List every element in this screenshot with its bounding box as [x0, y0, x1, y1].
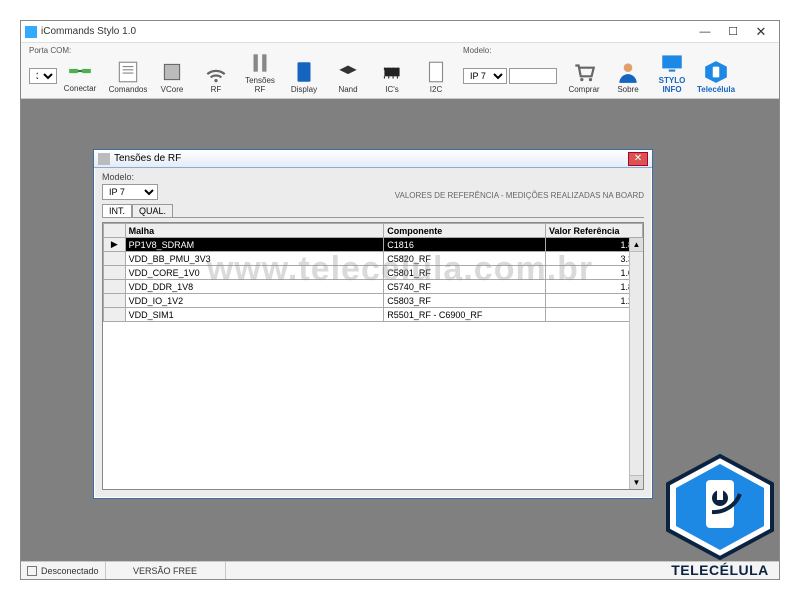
table-row[interactable]: ▶PP1V8_SDRAMC18161.8V — [104, 238, 643, 252]
child-icon — [98, 153, 110, 165]
row-pointer — [104, 308, 126, 322]
titlebar: iCommands Stylo 1.0 — ☐ ✕ — [21, 21, 779, 43]
maximize-button[interactable]: ☐ — [719, 21, 747, 42]
cell-componente: R5501_RF - C6900_RF — [384, 308, 546, 322]
table-row[interactable]: VDD_IO_1V2C5803_RF1.2V — [104, 294, 643, 308]
col-componente[interactable]: Componente — [384, 224, 546, 238]
child-titlebar: Tensões de RF ✕ — [94, 150, 652, 168]
monitor-icon — [659, 50, 685, 76]
status-connection: Desconectado — [21, 562, 106, 579]
table-row[interactable]: VDD_BB_PMU_3V3C5820_RF3.3V — [104, 252, 643, 266]
cell-malha: VDD_IO_1V2 — [125, 294, 384, 308]
modelo-input[interactable] — [509, 68, 557, 84]
vcore-button[interactable]: VCore — [151, 45, 193, 96]
cell-valor: 1.8V — [545, 280, 642, 294]
person-icon — [615, 59, 641, 85]
window-title: iCommands Stylo 1.0 — [41, 26, 136, 37]
cell-componente: C5803_RF — [384, 294, 546, 308]
toolbar: Porta COM: 3 Conectar Comandos VCore RF … — [21, 43, 779, 99]
cell-valor: 1.2V — [545, 294, 642, 308]
child-modelo-label: Modelo: — [102, 172, 158, 182]
scroll-up-icon[interactable]: ▲ — [630, 238, 643, 252]
cell-valor: 1.0V — [545, 266, 642, 280]
row-pointer — [104, 294, 126, 308]
cell-componente: C5820_RF — [384, 252, 546, 266]
display-button[interactable]: Display — [283, 45, 325, 96]
cell-valor: 1.8V — [545, 238, 642, 252]
telecelula-button[interactable]: Telecélula — [695, 45, 737, 96]
porta-com-select[interactable]: 3 — [29, 68, 57, 84]
row-pointer — [104, 252, 126, 266]
wifi-icon — [203, 59, 229, 85]
cell-componente: C5801_RF — [384, 266, 546, 280]
statusbar: Desconectado VERSÃO FREE — [21, 561, 779, 579]
child-subtitle: VALORES DE REFERÊNCIA - MEDIÇÕES REALIZA… — [395, 191, 644, 200]
close-button[interactable]: ✕ — [747, 21, 775, 42]
cell-componente: C1816 — [384, 238, 546, 252]
rf-button[interactable]: RF — [195, 45, 237, 96]
col-valor[interactable]: Valor Referência — [545, 224, 642, 238]
doc-icon — [423, 59, 449, 85]
porta-com-label: Porta COM: — [29, 46, 71, 56]
list-icon — [115, 59, 141, 85]
main-window: iCommands Stylo 1.0 — ☐ ✕ Porta COM: 3 C… — [20, 20, 780, 580]
scroll-down-icon[interactable]: ▼ — [630, 475, 643, 489]
cell-malha: VDD_CORE_1V0 — [125, 266, 384, 280]
telecelula-icon — [703, 59, 729, 85]
tensoes-table: Malha Componente Valor Referência ▶PP1V8… — [103, 223, 643, 322]
tensoes-rf-button[interactable]: Tensões RF — [239, 45, 281, 96]
vertical-scrollbar[interactable]: ▲ ▼ — [629, 238, 643, 489]
child-close-button[interactable]: ✕ — [628, 152, 648, 166]
child-title: Tensões de RF — [114, 153, 181, 164]
cell-malha: PP1V8_SDRAM — [125, 238, 384, 252]
row-selector-header — [104, 224, 126, 238]
modelo-group: Modelo: IP 7 — [459, 45, 561, 96]
ics-button[interactable]: IC's — [371, 45, 413, 96]
modelo-select[interactable]: IP 7 — [463, 68, 507, 84]
plug-icon — [67, 58, 93, 84]
conectar-button[interactable]: Conectar — [59, 56, 101, 95]
tab-int[interactable]: INT. — [102, 204, 132, 217]
nand-button[interactable]: Nand — [327, 45, 369, 96]
status-checkbox[interactable] — [27, 566, 37, 576]
minimize-button[interactable]: — — [691, 21, 719, 42]
sobre-button[interactable]: Sobre — [607, 45, 649, 96]
cart-icon — [571, 59, 597, 85]
app-icon — [25, 26, 37, 38]
child-tabs: INT. QUAL. — [94, 202, 652, 217]
i2c-button[interactable]: I2C — [415, 45, 457, 96]
stylo-info-button[interactable]: STYLO INFO — [651, 45, 693, 96]
mdi-client-area: Tensões de RF ✕ Modelo: IP 7 VALORES DE … — [21, 99, 779, 561]
cell-malha: VDD_BB_PMU_3V3 — [125, 252, 384, 266]
cell-malha: VDD_SIM1 — [125, 308, 384, 322]
ic-icon — [379, 59, 405, 85]
modelo-label: Modelo: — [463, 46, 491, 56]
table-row[interactable]: VDD_DDR_1V8C5740_RF1.8V — [104, 280, 643, 294]
tensoes-rf-window: Tensões de RF ✕ Modelo: IP 7 VALORES DE … — [93, 149, 653, 499]
row-pointer — [104, 266, 126, 280]
comandos-button[interactable]: Comandos — [107, 45, 149, 96]
cell-valor — [545, 308, 642, 322]
status-version: VERSÃO FREE — [106, 562, 226, 579]
cell-malha: VDD_DDR_1V8 — [125, 280, 384, 294]
comprar-button[interactable]: Comprar — [563, 45, 605, 96]
porta-com-group: Porta COM: 3 Conectar — [25, 45, 105, 96]
cell-componente: C5740_RF — [384, 280, 546, 294]
nand-icon — [335, 59, 361, 85]
col-malha[interactable]: Malha — [125, 224, 384, 238]
display-icon — [291, 59, 317, 85]
table-row[interactable]: VDD_SIM1R5501_RF - C6900_RF — [104, 308, 643, 322]
tab-qual[interactable]: QUAL. — [132, 204, 173, 217]
chip-icon — [159, 59, 185, 85]
row-pointer — [104, 280, 126, 294]
grid: Malha Componente Valor Referência ▶PP1V8… — [102, 222, 644, 490]
row-pointer: ▶ — [104, 238, 126, 252]
table-row[interactable]: VDD_CORE_1V0C5801_RF1.0V — [104, 266, 643, 280]
cell-valor: 3.3V — [545, 252, 642, 266]
voltage-icon — [247, 50, 273, 76]
child-modelo-select[interactable]: IP 7 — [102, 184, 158, 200]
